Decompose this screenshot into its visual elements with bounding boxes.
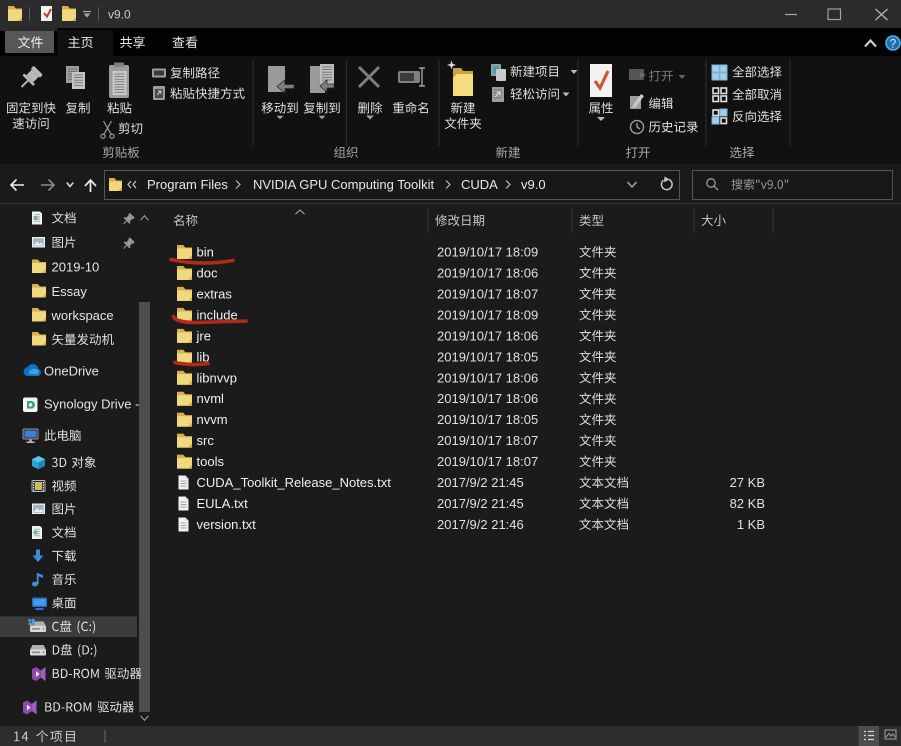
svg-text:2017/9/2 21:45: 2017/9/2 21:45 xyxy=(437,475,524,490)
svg-text:CUDA: CUDA xyxy=(461,177,498,192)
svg-text:2019/10/17 18:06: 2019/10/17 18:06 xyxy=(437,391,538,406)
svg-text:2019-10: 2019-10 xyxy=(52,260,100,275)
svg-text:2019/10/17 18:05: 2019/10/17 18:05 xyxy=(437,412,538,427)
svg-text:2019/10/17 18:07: 2019/10/17 18:07 xyxy=(437,433,538,448)
svg-text:27 KB: 27 KB xyxy=(730,475,765,490)
svg-text:src: src xyxy=(197,433,215,448)
svg-text:bin: bin xyxy=(197,245,214,260)
svg-text:2019/10/17 18:07: 2019/10/17 18:07 xyxy=(437,286,538,301)
svg-text:82 KB: 82 KB xyxy=(730,496,765,511)
svg-text:2019/10/17 18:09: 2019/10/17 18:09 xyxy=(437,245,538,260)
svg-text:2019/10/17 18:05: 2019/10/17 18:05 xyxy=(437,349,538,364)
svg-text:NVIDIA GPU Computing Toolkit: NVIDIA GPU Computing Toolkit xyxy=(253,177,434,192)
svg-text:2019/10/17 18:06: 2019/10/17 18:06 xyxy=(437,265,538,280)
svg-text:workspace: workspace xyxy=(51,308,114,323)
svg-text:2017/9/2 21:45: 2017/9/2 21:45 xyxy=(437,496,524,511)
svg-text:2017/9/2 21:46: 2017/9/2 21:46 xyxy=(437,517,524,532)
svg-text:extras: extras xyxy=(197,286,233,301)
svg-text:Program Files: Program Files xyxy=(147,177,228,192)
svg-text:jre: jre xyxy=(196,328,211,343)
svg-text:tools: tools xyxy=(197,454,225,469)
svg-text:EULA.txt: EULA.txt xyxy=(197,496,249,511)
svg-text:nvml: nvml xyxy=(197,391,225,406)
svg-text:2019/10/17 18:09: 2019/10/17 18:09 xyxy=(437,307,538,322)
svg-text:v9.0: v9.0 xyxy=(108,8,131,22)
svg-text:2019/10/17 18:07: 2019/10/17 18:07 xyxy=(437,454,538,469)
svg-text:libnvvp: libnvvp xyxy=(197,370,237,385)
svg-text:?: ? xyxy=(890,39,896,51)
svg-text:v9.0: v9.0 xyxy=(521,177,546,192)
svg-text:doc: doc xyxy=(197,265,218,280)
svg-text:1 KB: 1 KB xyxy=(737,517,765,532)
svg-text:OneDrive: OneDrive xyxy=(44,364,99,379)
svg-text:2019/10/17 18:06: 2019/10/17 18:06 xyxy=(437,328,538,343)
svg-text:Essay: Essay xyxy=(52,284,88,299)
svg-text:version.txt: version.txt xyxy=(197,517,257,532)
svg-text:CUDA_Toolkit_Release_Notes.txt: CUDA_Toolkit_Release_Notes.txt xyxy=(197,475,392,490)
svg-text:2019/10/17 18:06: 2019/10/17 18:06 xyxy=(437,370,538,385)
svg-text:nvvm: nvvm xyxy=(197,412,228,427)
svg-text:Synology Drive -: Synology Drive - xyxy=(44,397,139,412)
